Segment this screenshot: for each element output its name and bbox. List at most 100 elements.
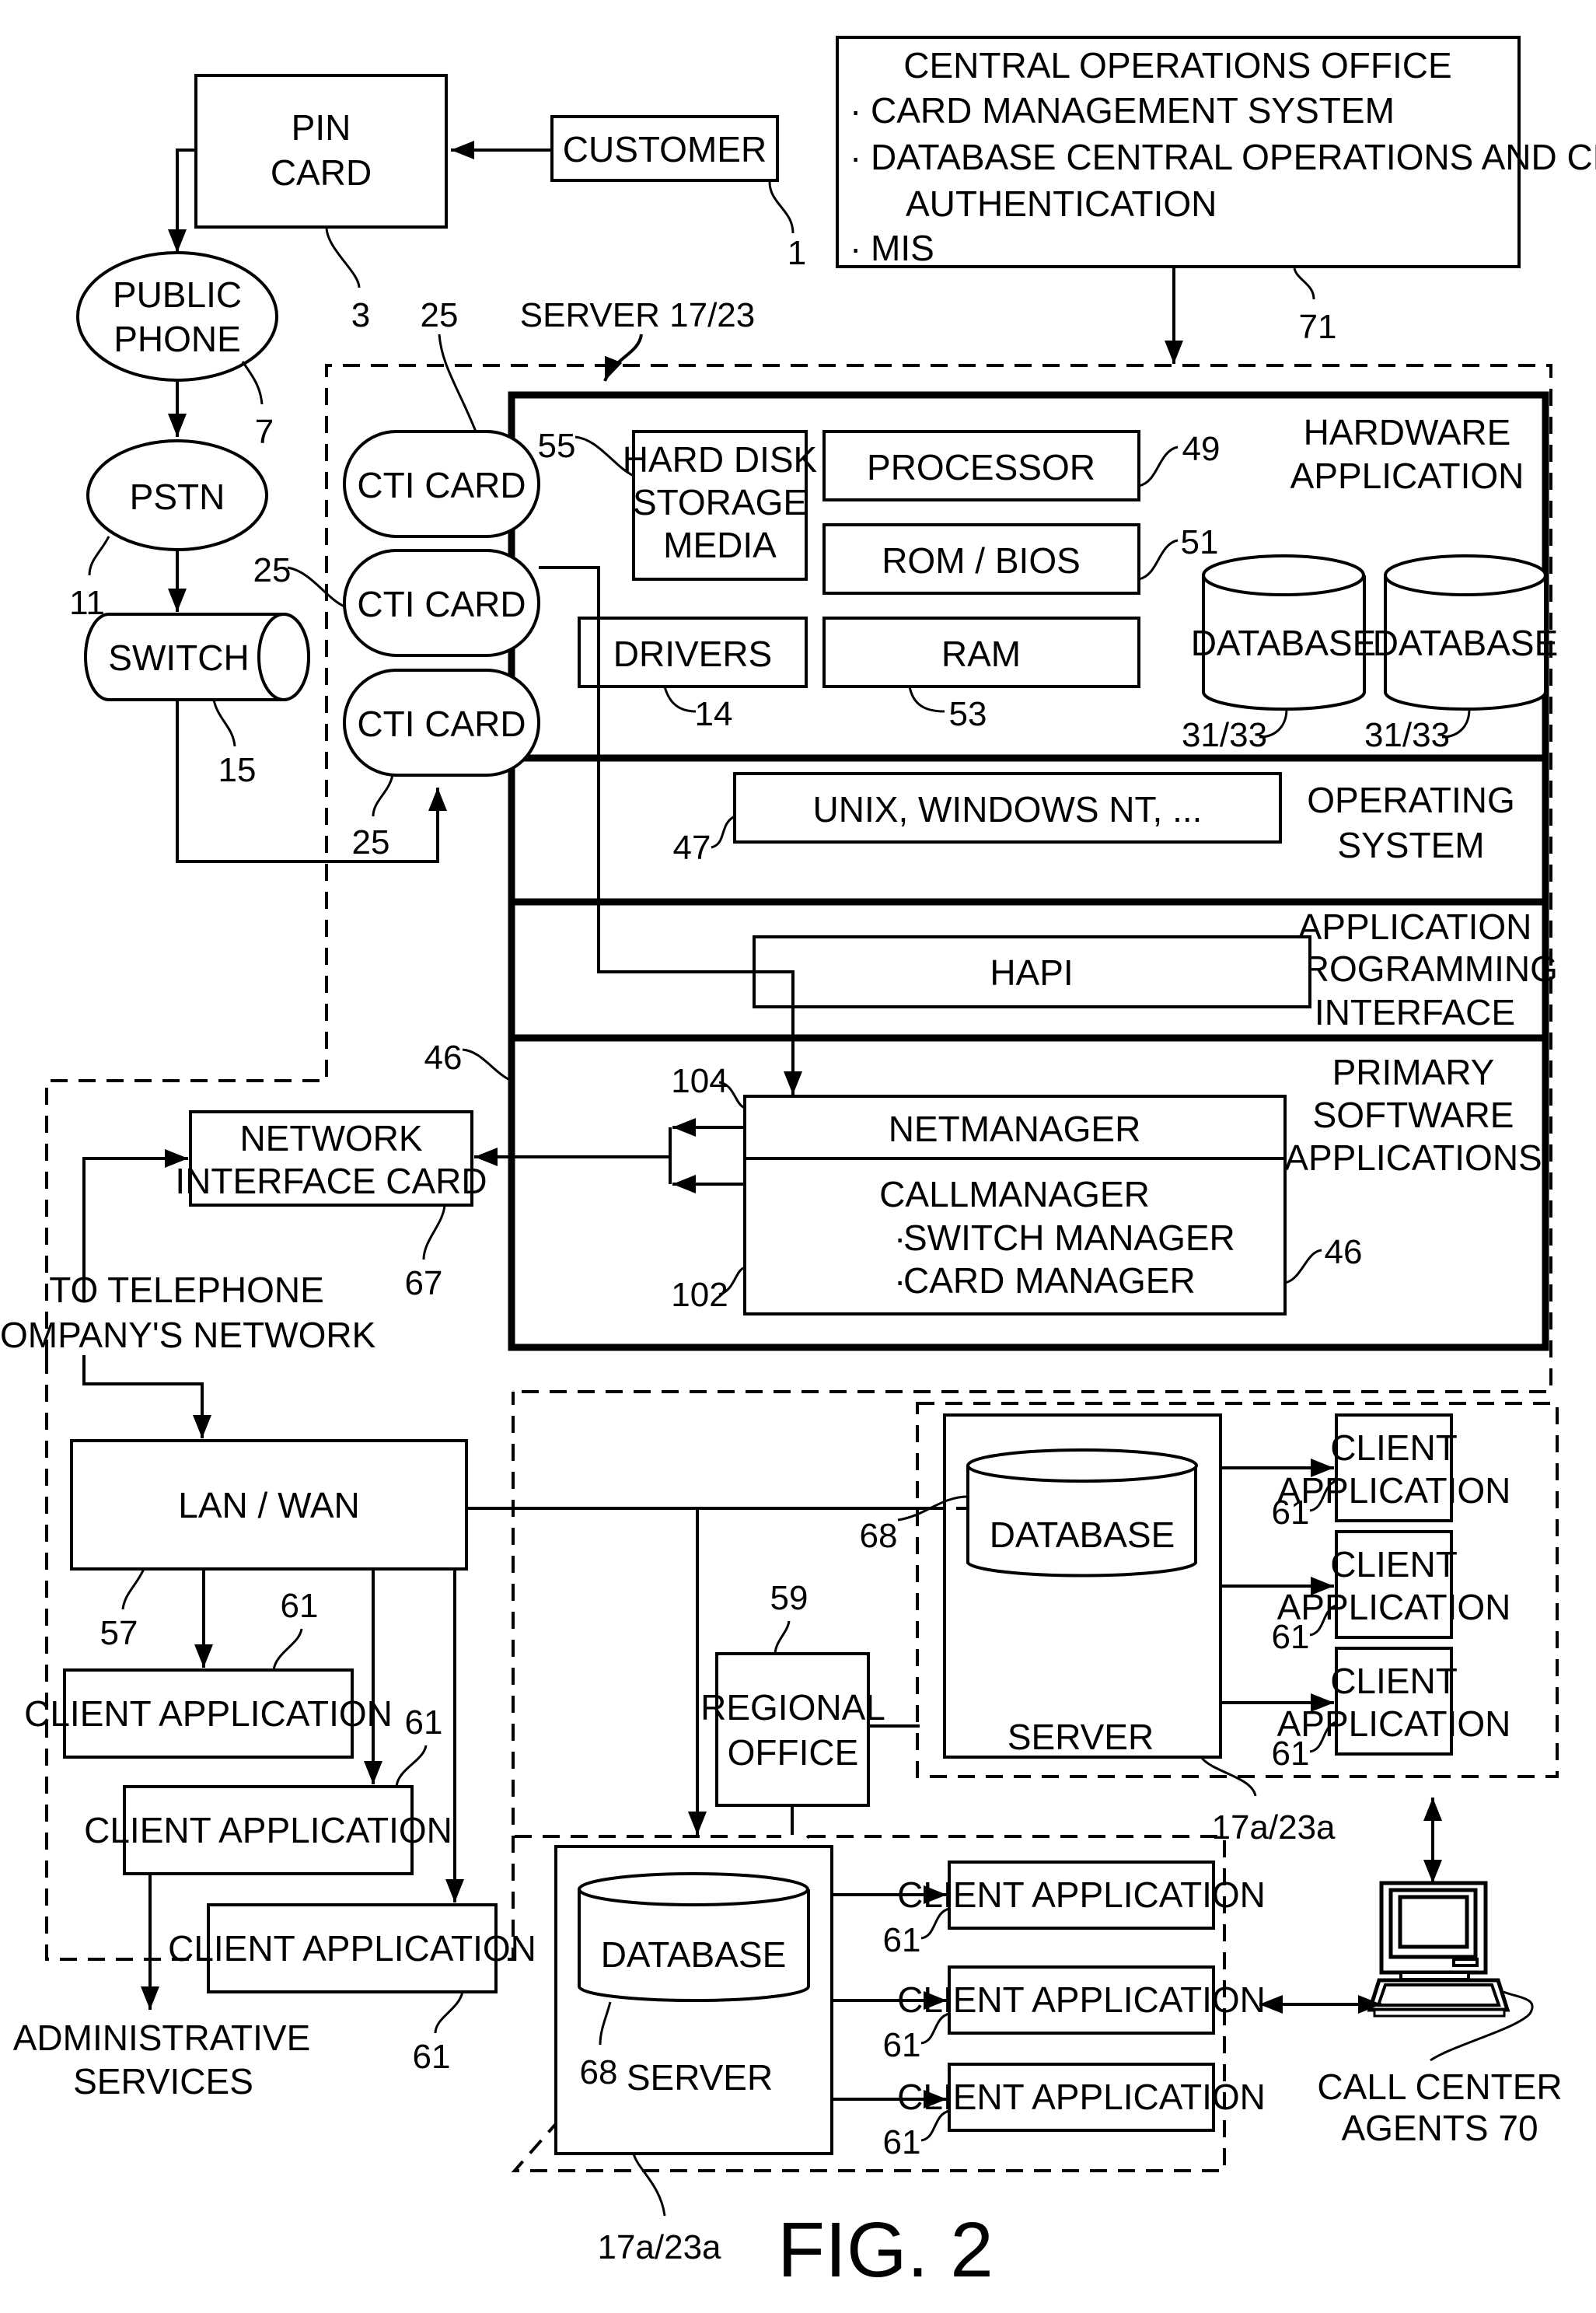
local-client-3-ref: 61 — [413, 2038, 451, 2076]
switch-node: SWITCH 15 — [84, 613, 310, 789]
cti-card-3-label: CTI CARD — [357, 704, 526, 744]
nic-line-1: NETWORK — [239, 1118, 422, 1158]
drivers-label: DRIVERS — [613, 634, 772, 674]
fig2-diagram: CUSTOMER 1 PIN CARD 3 PUBLIC PHONE 7 PST… — [0, 36, 1596, 2294]
admin-services-line-1: ADMINISTRATIVE — [13, 2018, 311, 2058]
regional-server-a-db-ref: 68 — [860, 1517, 898, 1555]
computer-terminal-icon — [1367, 1881, 1534, 2062]
regional-server-a-label: SERVER — [1008, 1717, 1154, 1757]
nic-line-2: INTERFACE CARD — [175, 1161, 487, 1201]
central-office-bullet-2: · — [850, 137, 861, 177]
cti-card-1: CTI CARD — [343, 430, 540, 538]
regional-a-client-3-line-2: APPLICATION — [1277, 1703, 1511, 1744]
public-phone-line-2: PHONE — [114, 319, 241, 359]
hw-database-2: DATABASE 31/33 — [1364, 554, 1559, 754]
server-label-pointer — [603, 334, 643, 382]
hapi-box: HAPI — [753, 935, 1311, 1008]
regional-a-client-1-ref: 61 — [1272, 1494, 1310, 1532]
regional-b-client-1-ref: 61 — [883, 1921, 921, 1959]
software-ref-left: 46 — [424, 1039, 463, 1077]
processor-ref: 49 — [1182, 430, 1221, 468]
regional-b-client-1: CLIENT APPLICATION 61 — [883, 1861, 1266, 1959]
netmanager-ref: 104 — [671, 1062, 728, 1100]
local-client-1-label: CLIENT APPLICATION — [24, 1693, 393, 1734]
hard-disk-box: HARD DISK STORAGE MEDIA 55 — [538, 427, 818, 581]
regional-server-b: DATABASE SERVER 68 17a/23a — [554, 1845, 833, 2266]
telco-note-line-2: COMPANY'S NETWORK — [0, 1315, 376, 1355]
regional-office-line-2: OFFICE — [728, 1732, 859, 1773]
regional-a-client-1: CLIENT APPLICATION 61 — [1272, 1413, 1510, 1532]
central-office-item-2: DATABASE CENTRAL OPERATIONS AND CENTRAL — [871, 137, 1596, 177]
central-office-item-3: MIS — [871, 228, 934, 268]
regional-a-client-2-line-2: APPLICATION — [1277, 1587, 1511, 1627]
software-title-1: PRIMARY — [1332, 1052, 1495, 1092]
switch-label: SWITCH — [108, 638, 249, 678]
cti-top-ref: 25 — [421, 296, 459, 334]
ram-label: RAM — [941, 634, 1021, 674]
central-office-item-1: CARD MANAGEMENT SYSTEM — [871, 90, 1395, 131]
processor-label: PROCESSOR — [867, 447, 1095, 487]
nic-ref: 67 — [405, 1264, 443, 1302]
telco-note-line-1: TO TELEPHONE — [49, 1270, 324, 1310]
customer-node: CUSTOMER 1 — [550, 115, 806, 272]
regional-b-client-2-label: CLIENT APPLICATION — [897, 1979, 1266, 2020]
netmanager-label: NETMANAGER — [889, 1109, 1141, 1149]
api-title-1: APPLICATION — [1298, 907, 1532, 947]
regional-a-client-3-ref: 61 — [1272, 1735, 1310, 1773]
regional-server-a: DATABASE SERVER 68 17a/23a — [860, 1413, 1336, 1847]
pincard-to-phone-arrow — [168, 148, 196, 253]
callmanager-item-1: SWITCH MANAGER — [903, 1218, 1235, 1258]
regional-b-client-3-ref: 61 — [883, 2123, 921, 2161]
admin-services-line-2: SERVICES — [73, 2061, 253, 2102]
hardware-title-1: HARDWARE — [1304, 412, 1511, 452]
regional-a-client-3-line-1: CLIENT — [1330, 1661, 1458, 1701]
os-box: UNIX, WINDOWS NT, ... 47 — [673, 772, 1282, 867]
callmanager-item-2: CARD MANAGER — [903, 1260, 1196, 1301]
os-ref: 47 — [673, 829, 711, 867]
telco-to-lan-arrow — [82, 1355, 211, 1438]
regional-b-client-1-label: CLIENT APPLICATION — [897, 1875, 1266, 1915]
central-operations-office: CENTRAL OPERATIONS OFFICE · CARD MANAGEM… — [836, 36, 1596, 346]
os-box-label: UNIX, WINDOWS NT, ... — [813, 789, 1203, 830]
public-phone-ref: 7 — [255, 413, 274, 451]
regional-a-client-2-line-1: CLIENT — [1330, 1544, 1458, 1585]
local-client-2-ref: 61 — [405, 1703, 443, 1742]
hw-database-2-ref: 31/33 — [1364, 716, 1450, 754]
api-title-2: PROGRAMMING — [1280, 949, 1558, 989]
regional-office: REGIONAL OFFICE 59 — [700, 1579, 885, 1807]
central-office-ref: 71 — [1299, 308, 1337, 346]
regional-server-a-database: DATABASE — [990, 1515, 1175, 1555]
hard-disk-line-1: HARD DISK — [623, 439, 818, 480]
software-title-2: SOFTWARE — [1313, 1095, 1514, 1135]
hard-disk-ref: 55 — [538, 427, 576, 465]
local-client-1-ref: 61 — [281, 1587, 319, 1625]
processor-box: PROCESSOR 49 — [822, 430, 1221, 501]
cti-card-2-ref: 25 — [253, 551, 292, 589]
call-center-line-2: AGENTS 70 — [1341, 2108, 1538, 2148]
customer-ref: 1 — [788, 234, 806, 272]
rom-bios-ref: 51 — [1181, 523, 1219, 561]
hapi-label: HAPI — [990, 952, 1073, 993]
ram-box: RAM 53 — [822, 617, 1140, 733]
lan-wan-label: LAN / WAN — [178, 1485, 359, 1525]
regional-b-client-3-label: CLIENT APPLICATION — [897, 2077, 1266, 2117]
pin-card-ref: 3 — [351, 296, 370, 334]
local-client-3-label: CLIENT APPLICATION — [168, 1928, 536, 1969]
regional-server-b-database: DATABASE — [601, 1934, 787, 1975]
regional-server-b-db-ref: 68 — [580, 2053, 618, 2091]
hw-database-1: DATABASE 31/33 — [1182, 554, 1377, 754]
local-client-2-label: CLIENT APPLICATION — [84, 1810, 452, 1850]
hw-database-1-label: DATABASE — [1191, 623, 1377, 663]
lan-wan-node: LAN / WAN 57 — [70, 1439, 468, 1652]
regional-server-b-ref: 17a/23a — [597, 2228, 721, 2266]
central-office-title: CENTRAL OPERATIONS OFFICE — [903, 45, 1451, 86]
hw-database-2-label: DATABASE — [1373, 623, 1559, 663]
server-label: SERVER 17/23 — [520, 296, 755, 334]
regional-server-b-label: SERVER — [627, 2057, 773, 2098]
os-title-1: OPERATING — [1307, 780, 1515, 820]
drivers-ref: 14 — [695, 695, 733, 733]
hard-disk-line-3: MEDIA — [663, 525, 777, 565]
public-phone-line-1: PUBLIC — [113, 274, 242, 315]
pin-card-line-2: CARD — [271, 152, 372, 193]
software-title-3: APPLICATIONS — [1284, 1137, 1542, 1178]
